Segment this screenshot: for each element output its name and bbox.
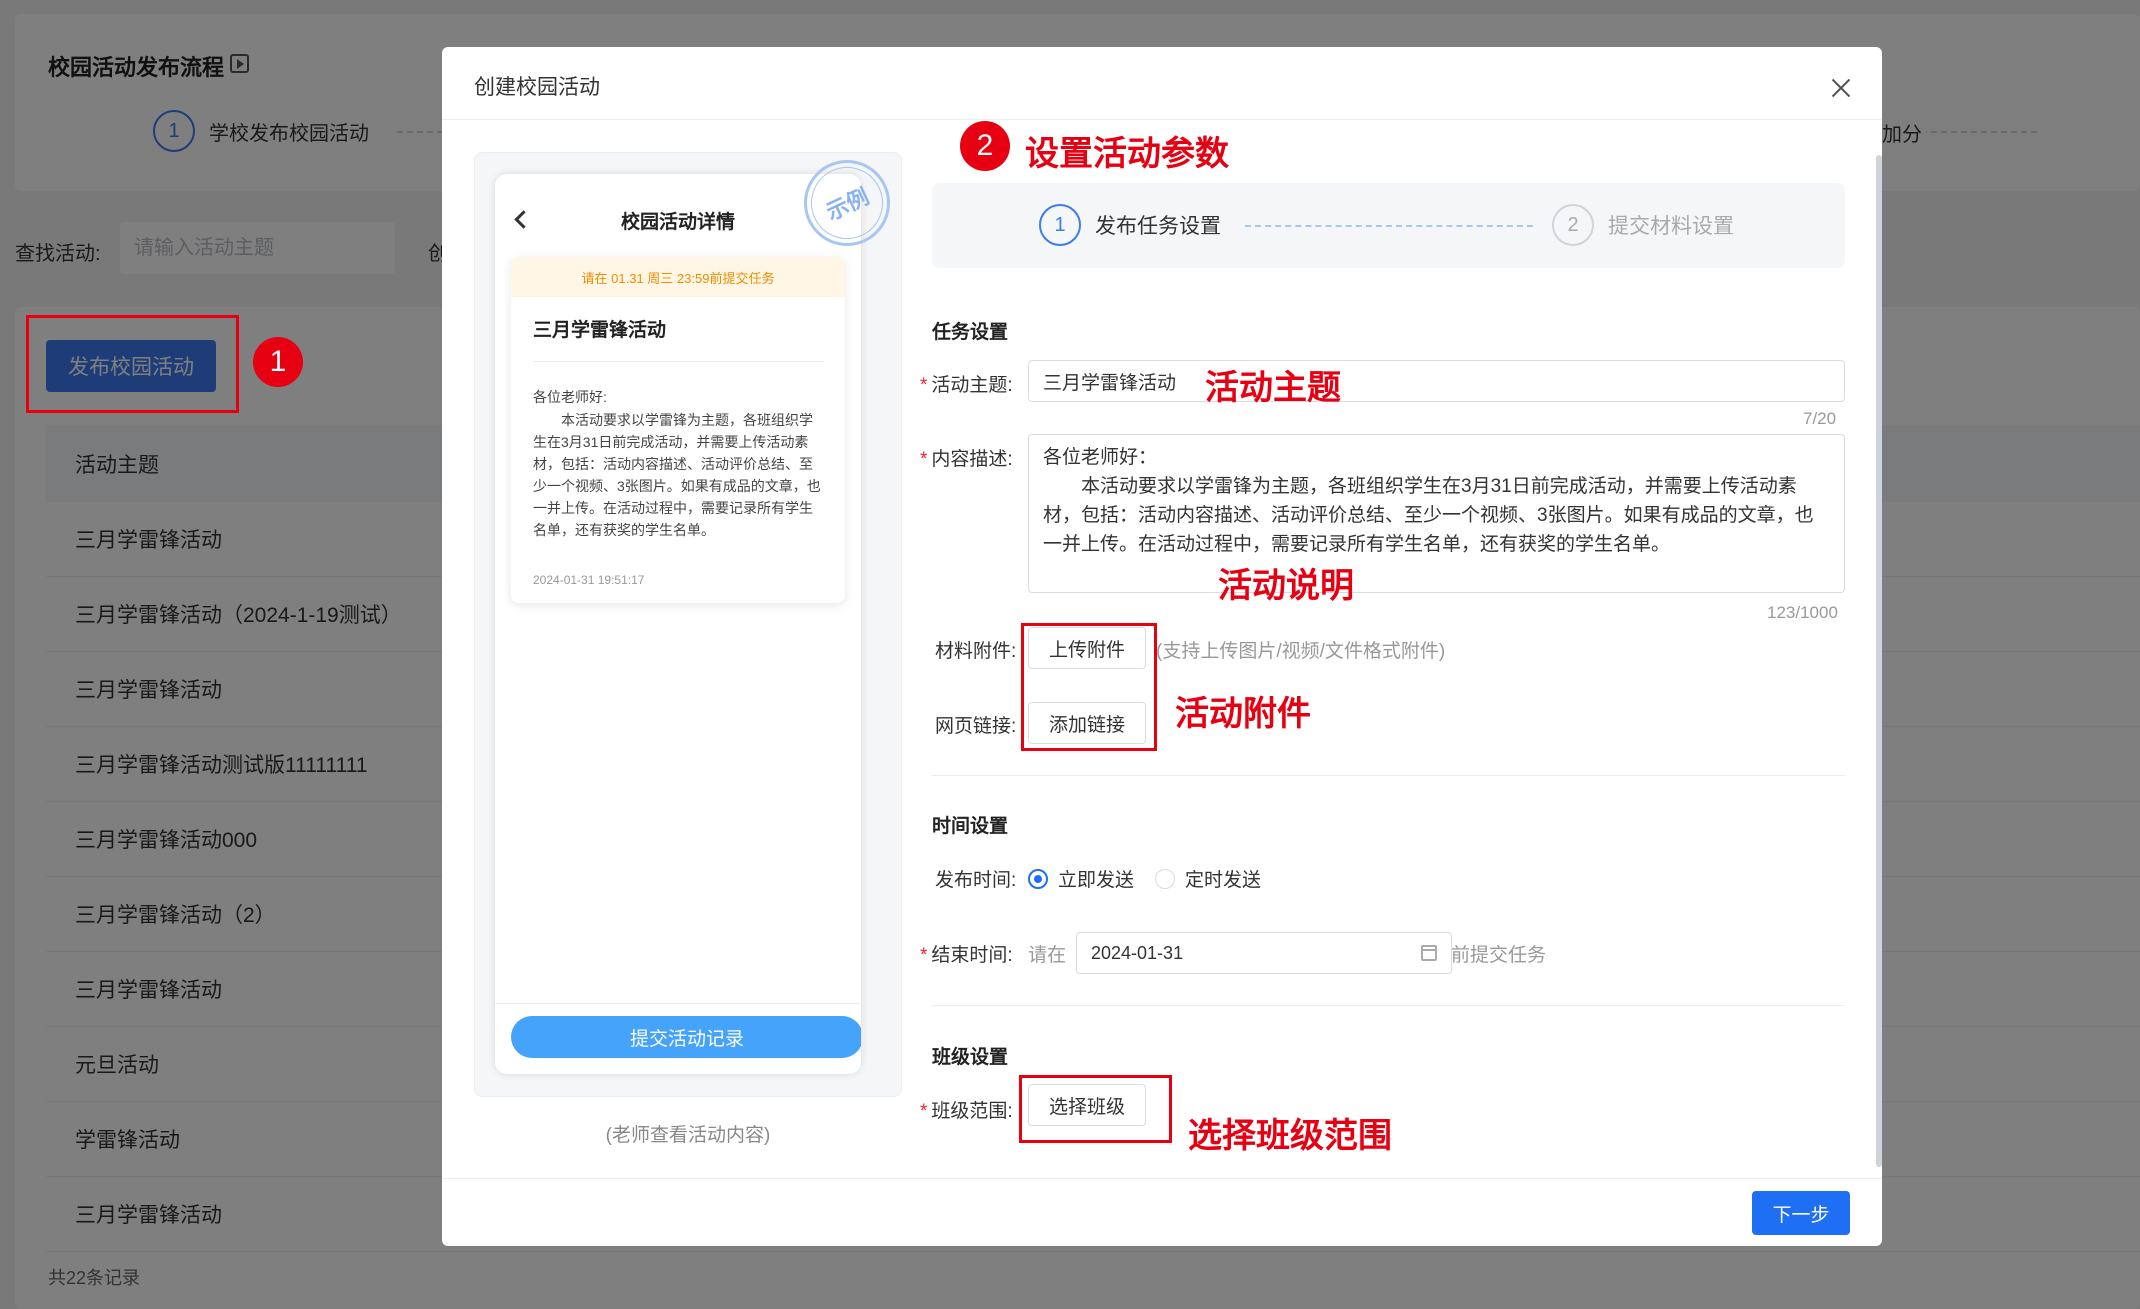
radio-label: 立即发送 xyxy=(1058,870,1135,891)
step-connector xyxy=(1245,225,1533,227)
phone-preview: 校园活动详情 请在 01.31 周三 23:59前提交任务 三月学雷锋活动 各位… xyxy=(495,174,861,1074)
radio-scheduled[interactable]: 定时发送 xyxy=(1155,865,1261,892)
annotation-set-params: 设置活动参数 xyxy=(1025,135,1229,173)
desc-counter: 123/1000 xyxy=(1767,603,1838,622)
end-date-value: 2024-01-31 xyxy=(1091,942,1184,963)
end-date-input[interactable]: 2024-01-31 xyxy=(1076,932,1452,974)
calendar-icon[interactable] xyxy=(1421,945,1437,961)
annotation-activity-attach: 活动附件 xyxy=(1175,695,1311,733)
theme-label: * 活动主题: xyxy=(920,375,1013,396)
radio-dot xyxy=(1028,868,1048,889)
desc-label-text: 内容描述: xyxy=(931,449,1013,470)
theme-counter: 7/20 xyxy=(1803,409,1837,428)
card-greeting: 各位老师好: xyxy=(533,389,607,405)
preview-caption: (老师查看活动内容) xyxy=(605,1125,771,1146)
desc-label: * 内容描述: xyxy=(920,449,1013,470)
create-activity-modal: 创建校园活动 校园活动详情 请在 01.31 周三 23:59前提交任务 三月学… xyxy=(442,47,1882,1246)
class-section-title: 班级设置 xyxy=(932,1047,1009,1068)
section-divider xyxy=(932,775,1845,776)
step-2[interactable]: 2 提交材料设置 xyxy=(1552,204,1734,246)
theme-label-text: 活动主题: xyxy=(931,375,1013,396)
card-title: 三月学雷锋活动 xyxy=(533,320,667,341)
attach-label: 材料附件: xyxy=(935,641,1017,662)
end-suffix: 前提交任务 xyxy=(1451,945,1547,966)
card-time: 2024-01-31 19:51:17 xyxy=(533,573,645,587)
steps-bar: 1 发布任务设置 2 提交材料设置 xyxy=(932,183,1845,268)
attach-hint: (支持上传图片/视频/文件格式附件) xyxy=(1156,641,1446,662)
deadline-banner: 请在 01.31 周三 23:59前提交任务 xyxy=(511,257,845,297)
desc-line-1: 各位老师好： xyxy=(1043,447,1158,468)
annotation-box-class xyxy=(1019,1075,1172,1143)
class-range-label-text: 班级范围: xyxy=(931,1101,1013,1122)
next-step-button[interactable]: 下一步 xyxy=(1752,1191,1850,1235)
description-textarea[interactable]: 各位老师好： 本活动要求以学雷锋为主题，各班组织学生在3月31日前完成活动，并需… xyxy=(1028,434,1845,593)
modal-title: 创建校园活动 xyxy=(474,76,600,99)
end-prefix: 请在 xyxy=(1028,945,1067,966)
modal-footer: 下一步 xyxy=(442,1178,1882,1246)
publish-time-label: 发布时间: xyxy=(935,870,1017,891)
annotation-select-class: 选择班级范围 xyxy=(1188,1117,1392,1155)
step-number: 2 xyxy=(1552,204,1594,246)
step-label: 提交材料设置 xyxy=(1608,215,1734,238)
close-icon[interactable] xyxy=(1828,75,1854,101)
card-divider xyxy=(533,361,823,362)
section-divider xyxy=(932,1005,1845,1006)
radio-label: 定时发送 xyxy=(1185,870,1262,891)
step-1[interactable]: 1 发布任务设置 xyxy=(1039,204,1221,246)
annotation-number-1: 1 xyxy=(253,337,303,387)
annotation-activity-theme: 活动主题 xyxy=(1205,369,1341,407)
desc-line-2: 本活动要求以学雷锋为主题，各班组织学生在3月31日前完成活动，并需要上传活动素材… xyxy=(1043,476,1814,555)
step-label: 发布任务设置 xyxy=(1095,215,1221,238)
link-label: 网页链接: xyxy=(935,716,1017,737)
activity-card: 请在 01.31 周三 23:59前提交任务 三月学雷锋活动 各位老师好: 本活… xyxy=(511,257,845,603)
scrollbar[interactable] xyxy=(1876,155,1882,1167)
annotation-activity-desc: 活动说明 xyxy=(1218,567,1354,605)
task-section-title: 任务设置 xyxy=(932,322,1009,343)
submit-record-button[interactable]: 提交活动记录 xyxy=(511,1016,861,1058)
step-number: 1 xyxy=(1039,204,1081,246)
card-body: 本活动要求以学雷锋为主题，各班组织学生在3月31日前完成活动，并需要上传活动素材… xyxy=(533,412,821,538)
annotation-number-2: 2 xyxy=(960,121,1010,171)
radio-send-now[interactable]: 立即发送 xyxy=(1028,865,1134,892)
theme-input[interactable] xyxy=(1028,360,1845,402)
annotation-box-publish xyxy=(26,315,239,413)
phone-divider xyxy=(495,1003,861,1004)
annotation-box-attach xyxy=(1021,623,1157,751)
time-section-title: 时间设置 xyxy=(932,816,1009,837)
radio-dot xyxy=(1155,868,1175,889)
end-time-label-text: 结束时间: xyxy=(931,945,1013,966)
end-time-label: * 结束时间: xyxy=(920,945,1013,966)
modal-divider xyxy=(442,119,1882,120)
class-range-label: * 班级范围: xyxy=(920,1101,1013,1122)
